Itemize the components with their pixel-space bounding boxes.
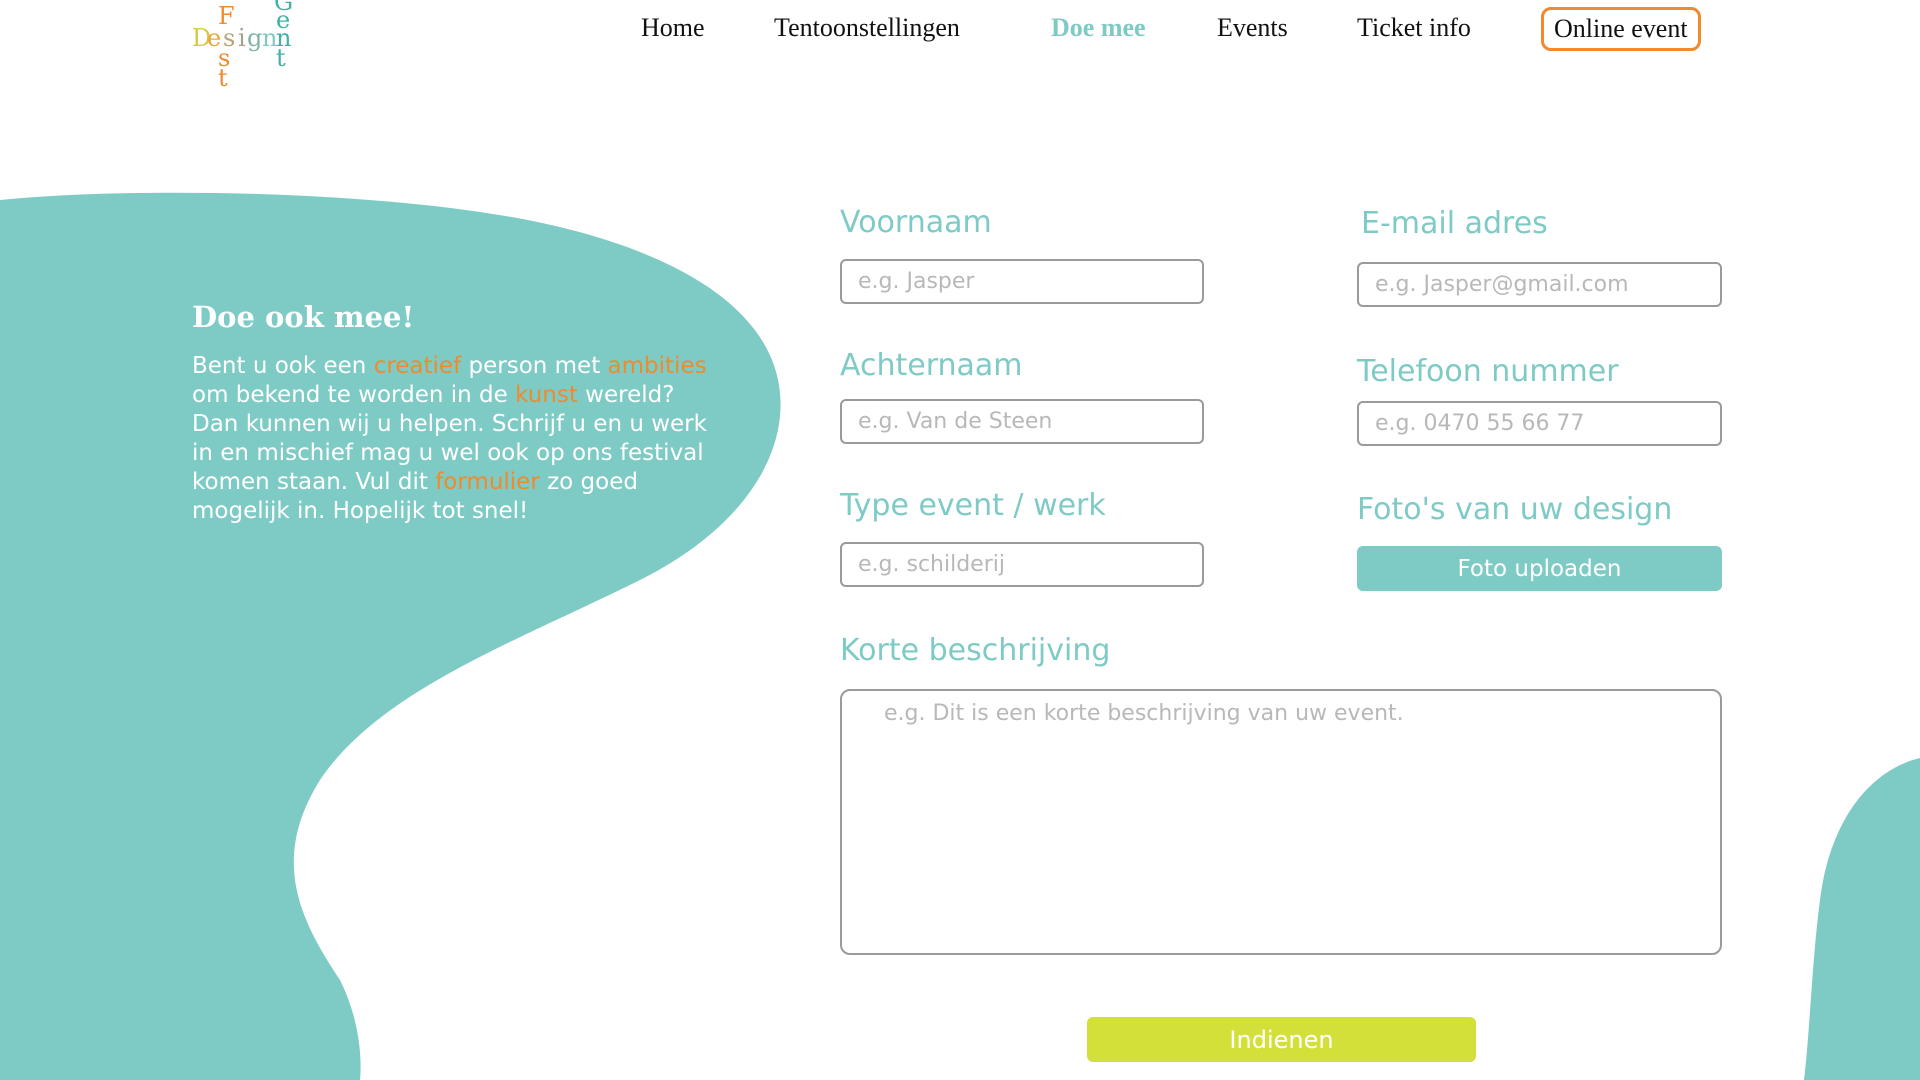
nav-online-event-button[interactable]: Online event xyxy=(1541,7,1701,51)
nav-events[interactable]: Events xyxy=(1217,12,1288,52)
first-name-input[interactable] xyxy=(840,259,1204,304)
description-textarea[interactable] xyxy=(840,689,1722,955)
submit-button[interactable]: Indienen xyxy=(1087,1017,1476,1062)
photo-upload-button[interactable]: Foto uploaden xyxy=(1357,546,1722,591)
intro-highlight: creatief xyxy=(373,353,462,379)
nav-home[interactable]: Home xyxy=(641,12,705,52)
email-input[interactable] xyxy=(1357,262,1722,307)
first-name-label: Voornaam xyxy=(840,205,992,240)
intro-highlight: ambities xyxy=(607,353,707,379)
phone-label: Telefoon nummer xyxy=(1357,354,1619,389)
intro-text-part: Bent u ook een xyxy=(192,353,374,379)
intro-highlight: formulier xyxy=(435,469,540,495)
intro-text: Bent u ook een creatief person met ambit… xyxy=(192,352,712,526)
intro-text-part: om bekend te worden in de xyxy=(192,382,516,408)
type-input[interactable] xyxy=(840,542,1204,587)
intro-highlight: kunst xyxy=(515,382,578,408)
email-label: E-mail adres xyxy=(1361,206,1548,241)
photos-label: Foto's van uw design xyxy=(1357,492,1673,527)
last-name-label: Achternaam xyxy=(840,348,1023,383)
nav-ticket-info[interactable]: Ticket info xyxy=(1357,12,1471,52)
nav-doe-mee[interactable]: Doe mee xyxy=(1051,12,1146,52)
type-label: Type event / werk xyxy=(840,488,1106,523)
last-name-input[interactable] xyxy=(840,399,1204,444)
intro-text-part: person met xyxy=(461,353,608,379)
main-nav: Home Tentoonstellingen Doe mee Events Ti… xyxy=(0,7,1920,52)
right-corner-shape xyxy=(1804,758,1920,1080)
phone-input[interactable] xyxy=(1357,401,1722,446)
logo-letter: t xyxy=(218,64,228,92)
intro-title: Doe ook mee! xyxy=(192,300,415,334)
nav-tentoonstellingen[interactable]: Tentoonstellingen xyxy=(774,12,960,52)
intro-section: Doe ook mee! Bent u ook een creatief per… xyxy=(192,300,712,526)
description-label: Korte beschrijving xyxy=(840,633,1111,668)
